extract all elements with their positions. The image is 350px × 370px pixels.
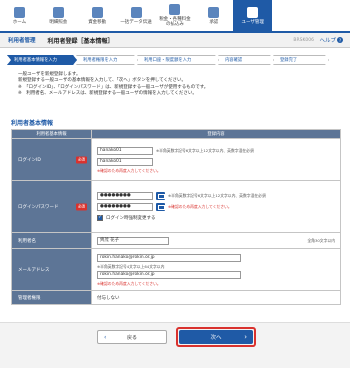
nav-approval[interactable]: 承認 <box>194 0 233 31</box>
next-button-highlight: 次へ › <box>176 327 256 347</box>
step-accounts-limits: 利用口座・限度額を入力 <box>137 55 219 65</box>
step-confirm: 内容確認 <box>218 55 274 65</box>
step-complete: 登録完了 <box>273 55 329 65</box>
nav-home[interactable]: ホーム <box>0 0 39 31</box>
step-permissions: 利用者権限を入力 <box>76 55 138 65</box>
software-keyboard-icon[interactable] <box>156 202 165 211</box>
user-info-form: 利用者基本情報 登録内容 ログインID 必須 hanako01 ※半角英数字記号6文… <box>11 129 341 305</box>
password-label: ログインパスワード 必須 <box>11 180 92 233</box>
approval-icon <box>208 6 220 18</box>
step-basic-info: 利用者基本情報を入力 <box>7 55 77 65</box>
payment-icon <box>169 4 181 15</box>
chevron-left-icon: ‹ <box>104 333 107 341</box>
home-icon <box>13 6 25 18</box>
name-input[interactable]: 齊茂 花子 <box>97 236 169 245</box>
screen-code: BRSK006 <box>293 37 314 43</box>
bulk-data-icon <box>130 6 142 18</box>
nav-payments[interactable]: 税金・各種料金 の払込み <box>156 0 195 31</box>
software-keyboard-icon[interactable] <box>156 191 165 200</box>
title-bar: 利用者管理 利用者登録［基本情報］ BRSK006 ヘルプ? <box>0 33 350 48</box>
button-area: ‹ 戻る 次へ › <box>0 322 350 368</box>
nav-user-management[interactable]: ユーザ管理 <box>233 0 273 31</box>
users-icon <box>247 6 259 18</box>
statement-icon <box>52 6 64 18</box>
force-change-checkbox[interactable]: ✓ <box>97 214 103 221</box>
help-link[interactable]: ヘルプ? <box>319 36 343 44</box>
email-label: メールアドレス <box>11 248 92 291</box>
transfer-icon <box>91 6 103 18</box>
login-id-input[interactable]: hanako01 <box>97 147 153 155</box>
help-icon: ? <box>337 37 343 43</box>
instructions: 一般ユーザを新規登録します。 新規登録する一般ユーザの基本情報を入力して、「次へ… <box>18 72 209 96</box>
force-change-label: ログイン時強制変更する <box>106 215 156 221</box>
login-id-label: ログインID 必須 <box>11 138 92 181</box>
nav-transfer[interactable]: 資金移動 <box>78 0 117 31</box>
required-badge: 必須 <box>75 203 87 210</box>
section-name: 利用者管理 <box>8 38 36 44</box>
admin-value: 付与しない <box>91 290 341 305</box>
back-button[interactable]: ‹ 戻る <box>97 330 167 344</box>
chevron-right-icon: › <box>244 333 247 341</box>
page-title: 利用者登録［基本情報］ <box>47 37 114 45</box>
nav-empty-1 <box>272 0 311 31</box>
nav-bulk-data[interactable]: 一括データ伝送 <box>117 0 156 31</box>
email-confirm-input[interactable]: rokin.hanako@rokin.or.jp <box>97 271 241 279</box>
required-badge: 必須 <box>75 156 87 163</box>
email-input[interactable]: rokin.hanako@rokin.or.jp <box>97 254 241 262</box>
login-id-confirm-input[interactable]: hanako01 <box>97 158 153 166</box>
progress-steps: 利用者基本情報を入力 利用者権限を入力 利用口座・限度額を入力 内容確認 登録完… <box>7 55 343 65</box>
table-header-label: 利用者基本情報 <box>11 129 92 139</box>
admin-label: 管理者権限 <box>11 290 92 305</box>
global-nav: ホーム 明細照会 資金移動 一括データ伝送 税金・各種料金 の払込み 承認 ユー… <box>0 0 350 33</box>
next-button[interactable]: 次へ › <box>179 330 253 344</box>
table-header-value: 登録内容 <box>91 129 341 139</box>
nav-statement[interactable]: 明細照会 <box>39 0 78 31</box>
nav-empty-2 <box>311 0 350 31</box>
password-input[interactable]: ●●●●●●●● <box>97 191 153 200</box>
password-confirm-input[interactable]: ●●●●●●●● <box>97 202 153 211</box>
name-label: 利用者名 <box>11 232 92 249</box>
